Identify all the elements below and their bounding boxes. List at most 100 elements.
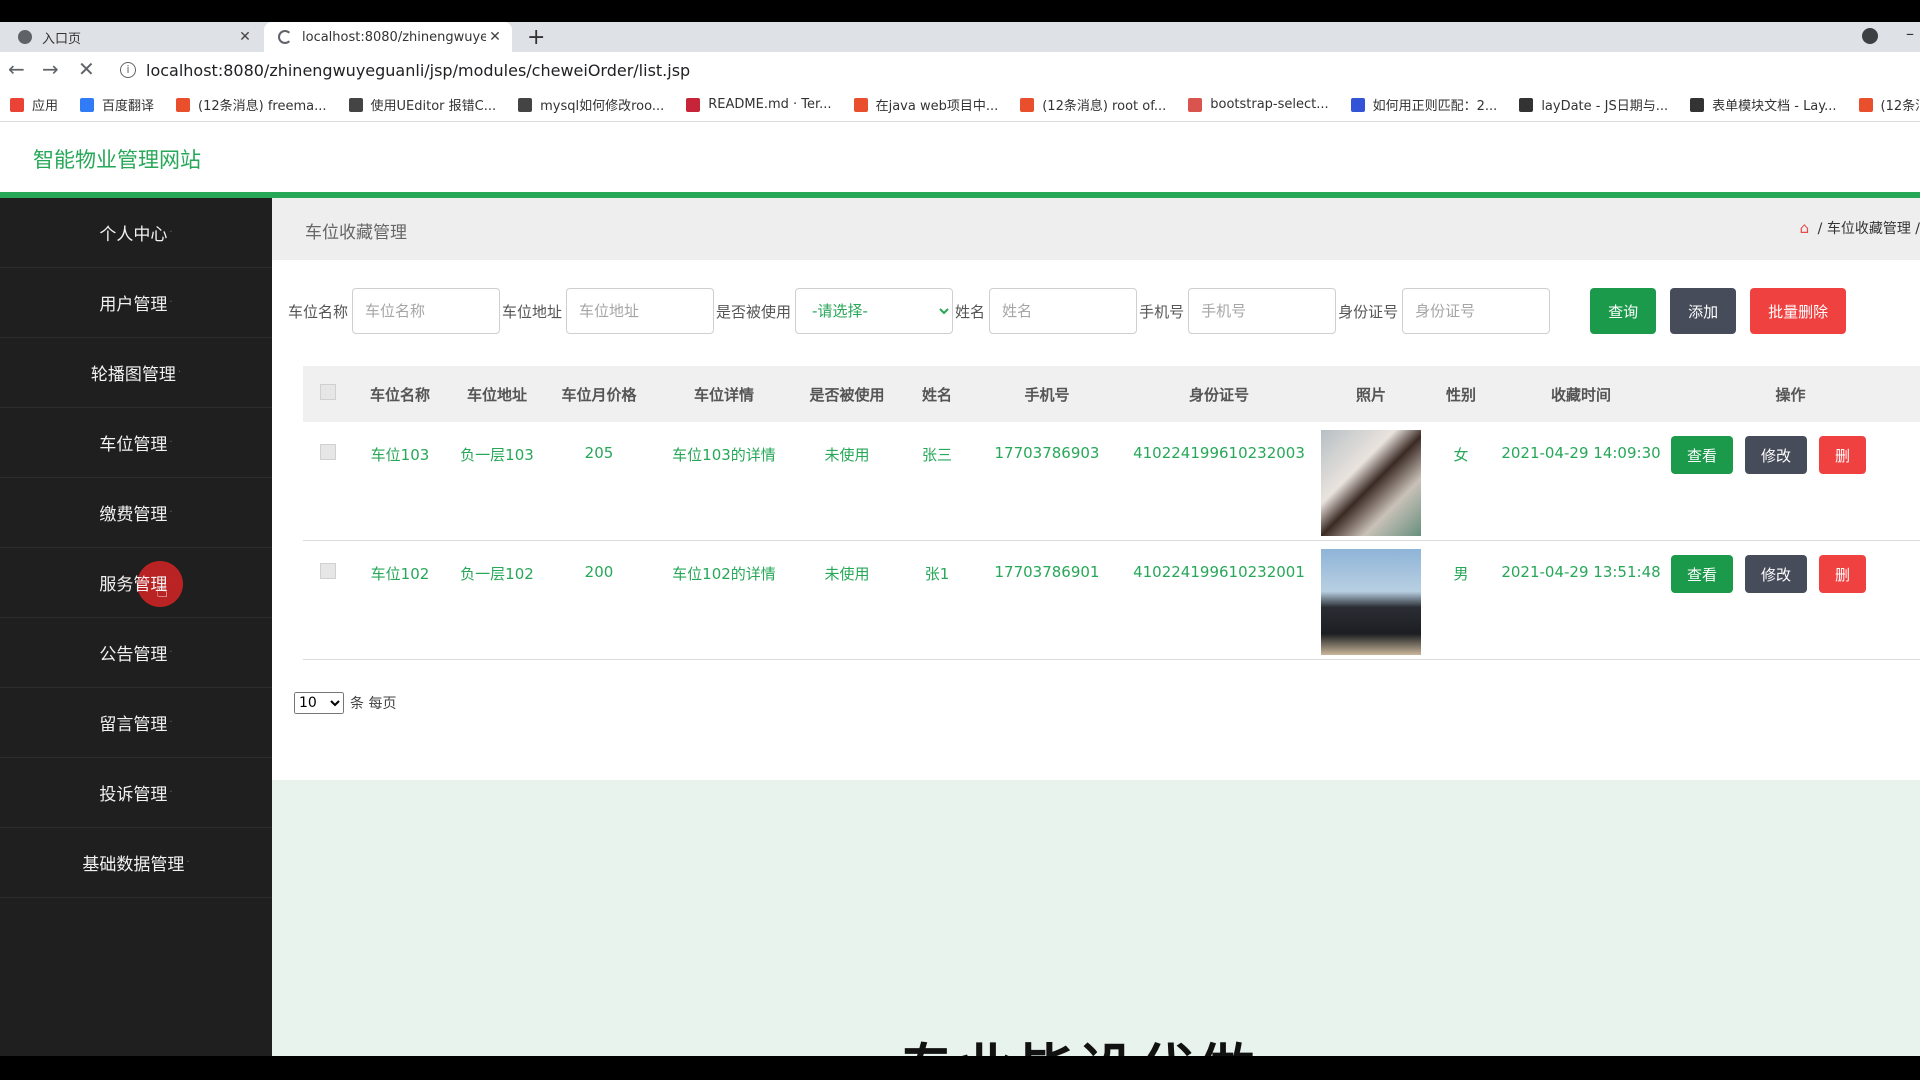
address-bar[interactable]: i localhost:8080/zhinengwuyeguanli/jsp/m… — [110, 55, 1920, 85]
info-icon[interactable]: i — [120, 62, 136, 78]
pager: 10 条 每页 — [294, 692, 396, 714]
sidebar-item[interactable]: 车位管理 · — [0, 408, 272, 478]
batch-delete-button[interactable]: 批量删除 — [1750, 288, 1847, 334]
bookmark-item[interactable]: (12条消息) freema... — [176, 95, 327, 114]
caret-icon: · — [169, 647, 173, 658]
browser-tab-2[interactable]: localhost:8080/zhinengwuyeg ✕ — [264, 22, 512, 52]
cell-phone: 17703786901 — [994, 563, 1100, 581]
stop-loading-icon[interactable]: ✕ — [78, 57, 95, 81]
person-input[interactable] — [989, 288, 1138, 334]
bookmark-item[interactable]: 使用UEditor 报错C... — [348, 95, 496, 114]
select-all-cell — [303, 366, 353, 422]
close-tab-icon[interactable]: ✕ — [486, 29, 504, 45]
caret-icon: · — [169, 297, 173, 308]
new-tab-icon[interactable]: + — [527, 25, 545, 50]
overlay-text: 专业毕设代做 — [898, 1026, 1258, 1056]
cell-addr: 负一层103 — [460, 446, 534, 464]
bookmark-item[interactable]: 在java web项目中... — [853, 95, 999, 114]
query-button[interactable]: 查询 — [1590, 288, 1657, 334]
view-button[interactable]: 查看 — [1671, 555, 1734, 593]
bookmark-item[interactable]: 应用 — [10, 95, 58, 114]
main-content: 车位收藏管理 ⌂ / 车位收藏管理 / 车位名称 车位地址 是否被使用 -请选择… — [272, 198, 1920, 1056]
bookmark-item[interactable]: 表单模块文档 - Lay... — [1690, 95, 1837, 114]
search-form: 车位名称 车位地址 是否被使用 -请选择- 姓名 手机号 身份证号 查询 添加 … — [288, 288, 1847, 334]
phone-input[interactable] — [1188, 288, 1337, 334]
tab-title: 入口页 — [42, 31, 82, 47]
cell-detail: 车位102的详情 — [672, 565, 776, 583]
sidebar-item[interactable]: 留言管理 · — [0, 688, 272, 758]
sidebar-item[interactable]: 轮播图管理 · — [0, 338, 272, 408]
sidebar-item-label: 缴费管理 — [99, 505, 168, 525]
table-header-row: 车位名称 车位地址 车位月价格 车位详情 是否被使用 姓名 手机号 身份证号 照片 性别 收藏时间 操… — [303, 366, 1920, 422]
bookmark-icon — [853, 97, 868, 112]
url-text[interactable]: localhost:8080/zhinengwuyeguanli/jsp/mod… — [146, 61, 690, 80]
cell-phone: 17703786903 — [994, 444, 1100, 462]
sidebar-item[interactable]: 投诉管理 · — [0, 758, 272, 828]
sidebar-item[interactable]: 基础数据管理 · — [0, 828, 272, 898]
content-footer-area: 专业毕设代做 — [272, 780, 1920, 1056]
bookmark-item[interactable]: (12条消息) root of... — [1020, 95, 1166, 114]
browser-tab-1[interactable]: 入口页 ✕ — [0, 22, 262, 52]
sidebar-item[interactable]: 用户管理 · — [0, 268, 272, 338]
bookmark-label: (12条消息) 关于lay... — [1880, 99, 1920, 114]
sidebar-item-label: 留言管理 — [99, 715, 168, 735]
caret-icon: · — [186, 857, 190, 868]
home-icon[interactable]: ⌂ — [1800, 219, 1810, 237]
used-select[interactable]: -请选择- — [795, 288, 954, 334]
globe-icon — [18, 30, 32, 44]
delete-button[interactable]: 删 — [1819, 555, 1867, 593]
delete-button[interactable]: 删 — [1819, 436, 1867, 474]
id-input[interactable] — [1402, 288, 1551, 334]
cell-name: 车位102 — [370, 565, 430, 583]
address-input[interactable] — [566, 288, 715, 334]
row-checkbox[interactable] — [320, 444, 336, 460]
bookmark-icon — [1188, 97, 1203, 112]
bookmark-label: (12条消息) root of... — [1042, 99, 1167, 114]
back-arrow-icon[interactable]: ← — [8, 57, 25, 81]
column-header: 车位月价格 — [561, 385, 637, 404]
cell-gender: 男 — [1453, 565, 1469, 583]
id-label: 身份证号 — [1338, 302, 1399, 321]
minimize-icon[interactable]: – — [1906, 24, 1914, 43]
sidebar-item[interactable]: 公告管理 · — [0, 618, 272, 688]
caret-icon: · — [169, 227, 173, 238]
sidebar-item[interactable]: ☝服务管理· — [0, 548, 272, 618]
page-size-select[interactable]: 10 — [294, 692, 344, 714]
cell-price: 200 — [584, 563, 614, 581]
bookmark-item[interactable]: mysql如何修改roo... — [518, 95, 664, 114]
bookmark-label: 在java web项目中... — [875, 99, 999, 114]
select-all-checkbox[interactable] — [320, 384, 336, 400]
row-checkbox[interactable] — [320, 563, 336, 579]
bookmark-label: mysql如何修改roo... — [540, 99, 665, 114]
edit-button[interactable]: 修改 — [1745, 436, 1808, 474]
view-button[interactable]: 查看 — [1671, 436, 1734, 474]
add-button[interactable]: 添加 — [1670, 288, 1737, 334]
bookmark-icon — [518, 97, 533, 112]
bookmark-label: 如何用正则匹配：2... — [1372, 99, 1498, 114]
user-photo — [1321, 549, 1421, 655]
breadcrumb-item[interactable]: 车位收藏管理 — [1827, 221, 1911, 237]
column-header: 操作 — [1775, 385, 1806, 404]
sidebar-item[interactable]: 缴费管理 · — [0, 478, 272, 548]
caret-icon: · — [169, 437, 173, 448]
page-title: 车位收藏管理 — [305, 223, 407, 243]
bookmark-item[interactable]: README.md · Ter... — [686, 97, 832, 112]
loading-spinner-icon — [278, 30, 292, 44]
bookmark-item[interactable]: bootstrap-select... — [1188, 97, 1329, 112]
sidebar-item[interactable]: 个人中心 · — [0, 198, 272, 268]
edit-button[interactable]: 修改 — [1745, 555, 1808, 593]
bookmark-item[interactable]: 如何用正则匹配：2... — [1350, 95, 1498, 114]
bookmark-label: layDate - JS日期与... — [1541, 99, 1669, 114]
name-input[interactable] — [352, 288, 501, 334]
row-actions: 查看 修改删 — [1661, 555, 1920, 593]
bookmark-icon — [1020, 97, 1035, 112]
bookmark-item[interactable]: (12条消息) 关于lay... — [1858, 95, 1920, 114]
close-tab-icon[interactable]: ✕ — [236, 29, 254, 45]
column-header: 车位详情 — [693, 385, 754, 404]
bookmark-label: (12条消息) freema... — [198, 99, 327, 114]
forward-arrow-icon[interactable]: → — [42, 57, 59, 81]
cell-used: 未使用 — [824, 446, 870, 464]
tab-search-icon[interactable] — [1862, 28, 1878, 44]
bookmark-item[interactable]: 百度翻译 — [80, 95, 154, 114]
bookmark-item[interactable]: layDate - JS日期与... — [1519, 95, 1668, 114]
